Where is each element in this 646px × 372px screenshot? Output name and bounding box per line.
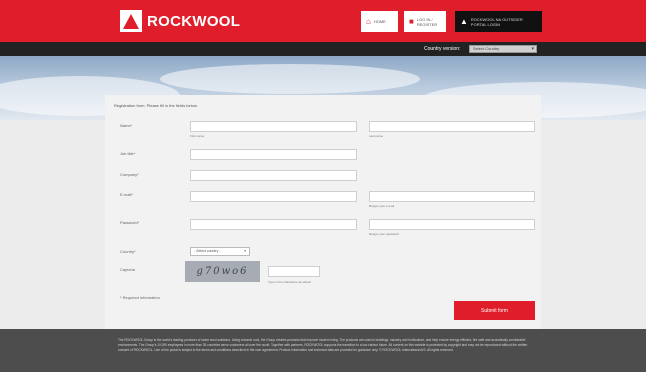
password-confirm-input[interactable] xyxy=(369,219,535,230)
login-register-button[interactable]: ■ LOG IN / REGISTER xyxy=(404,11,446,32)
email-label: E-mail* xyxy=(120,192,133,197)
password-input[interactable] xyxy=(190,219,357,230)
country-label: Country* xyxy=(120,249,136,254)
home-icon: ⌂ xyxy=(366,17,371,26)
chevron-down-icon: ▾ xyxy=(531,46,534,52)
captcha-image: g70wo6 xyxy=(185,261,260,282)
last-name-hint: Last name xyxy=(369,134,384,138)
country-version-value: Select Country xyxy=(473,46,500,51)
logo-text: ROCKWOOL xyxy=(147,12,241,30)
captcha-hint: Type in the characters as shown xyxy=(268,280,312,284)
company-label: Company* xyxy=(120,172,139,177)
job-title-label: Job title* xyxy=(120,151,136,156)
portal-login-label: ROCKWOOL NA OUTSIDER PORTAL LOGIN xyxy=(470,16,523,27)
password-confirm-hint: Retype your password xyxy=(369,232,399,236)
footer: The ROCKWOOL Group is the world's leadin… xyxy=(0,329,646,372)
country-bar: Country version: Select Country ▾ xyxy=(0,42,646,56)
country-version-select[interactable]: Select Country ▾ xyxy=(469,45,537,53)
home-button[interactable]: ⌂ HOME xyxy=(361,11,398,32)
captcha-input[interactable] xyxy=(268,266,320,277)
lock-icon: ■ xyxy=(409,17,414,26)
country-select[interactable]: - Select country - ▾ xyxy=(190,247,250,256)
first-name-hint: First name xyxy=(190,134,205,138)
company-input[interactable] xyxy=(190,170,357,181)
submit-form-button[interactable]: Submit form xyxy=(454,301,535,320)
job-title-input[interactable] xyxy=(190,149,357,160)
portal-login-button[interactable]: ▲ ROCKWOOL NA OUTSIDER PORTAL LOGIN xyxy=(455,11,542,32)
form-intro-text: Registration form. Please fill in the fi… xyxy=(114,103,198,108)
email-confirm-hint: Retype your e-mail xyxy=(369,204,395,208)
name-label: Name* xyxy=(120,123,133,128)
footer-legal-text: The ROCKWOOL Group is the world's leadin… xyxy=(118,338,528,353)
required-note: * Required information xyxy=(120,295,160,300)
logo-mark-icon xyxy=(120,10,142,32)
country-version-label: Country version: xyxy=(424,46,461,52)
login-register-label: LOG IN / REGISTER xyxy=(416,16,438,27)
cloud-shape xyxy=(160,64,420,94)
last-name-input[interactable] xyxy=(369,121,535,132)
user-icon: ▲ xyxy=(460,17,468,26)
captcha-label: Captcha xyxy=(120,267,135,272)
email-input[interactable] xyxy=(190,191,357,202)
registration-form: Registration form. Please fill in the fi… xyxy=(105,95,541,329)
home-button-label: HOME xyxy=(373,19,386,24)
top-header-bar: ROCKWOOL ⌂ HOME ■ LOG IN / REGISTER ▲ RO… xyxy=(0,0,646,42)
email-confirm-input[interactable] xyxy=(369,191,535,202)
chevron-down-icon: ▾ xyxy=(244,249,246,253)
captcha-text: g70wo6 xyxy=(196,266,249,277)
first-name-input[interactable] xyxy=(190,121,357,132)
rockwool-logo[interactable]: ROCKWOOL xyxy=(120,9,240,33)
country-select-value: - Select country - xyxy=(194,249,221,253)
password-label: Password* xyxy=(120,220,140,225)
